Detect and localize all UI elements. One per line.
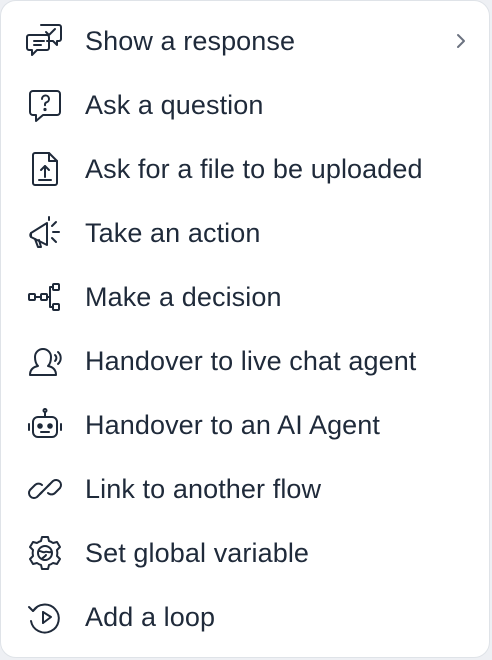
menu-item-label: Show a response bbox=[85, 25, 296, 56]
menu-item-label: Ask a question bbox=[85, 89, 264, 120]
chevron-right-icon bbox=[451, 31, 471, 51]
menu-item-ask-question[interactable]: Ask a question bbox=[1, 73, 489, 137]
add-step-menu: Show a response Ask a question Ask for a bbox=[0, 0, 490, 658]
link-icon bbox=[23, 467, 67, 511]
megaphone-icon bbox=[23, 211, 67, 255]
menu-item-label: Make a decision bbox=[85, 281, 282, 312]
menu-item-add-loop[interactable]: Add a loop bbox=[1, 585, 489, 649]
menu-item-take-action[interactable]: Take an action bbox=[1, 201, 489, 265]
menu-item-file-upload[interactable]: Ask for a file to be uploaded bbox=[1, 137, 489, 201]
live-agent-icon bbox=[23, 339, 67, 383]
decision-tree-icon bbox=[23, 275, 67, 319]
file-upload-icon bbox=[23, 147, 67, 191]
menu-item-label: Handover to live chat agent bbox=[85, 345, 417, 376]
menu-item-label: Link to another flow bbox=[85, 473, 322, 504]
menu-item-label: Ask for a file to be uploaded bbox=[85, 153, 423, 184]
global-settings-icon bbox=[23, 531, 67, 575]
menu-item-make-decision[interactable]: Make a decision bbox=[1, 265, 489, 329]
menu-item-label: Set global variable bbox=[85, 537, 310, 568]
robot-icon bbox=[23, 403, 67, 447]
menu-item-global-variable[interactable]: Set global variable bbox=[1, 521, 489, 585]
menu-item-label: Handover to an AI Agent bbox=[85, 409, 381, 440]
menu-item-link-flow[interactable]: Link to another flow bbox=[1, 457, 489, 521]
menu-item-ai-agent-handover[interactable]: Handover to an AI Agent bbox=[1, 393, 489, 457]
question-bubble-icon bbox=[23, 83, 67, 127]
menu-item-label: Take an action bbox=[85, 217, 261, 248]
menu-item-live-agent-handover[interactable]: Handover to live chat agent bbox=[1, 329, 489, 393]
loop-icon bbox=[23, 595, 67, 639]
menu-item-show-response[interactable]: Show a response bbox=[1, 9, 489, 73]
menu-item-label: Add a loop bbox=[85, 601, 216, 632]
chat-response-icon bbox=[23, 19, 67, 63]
